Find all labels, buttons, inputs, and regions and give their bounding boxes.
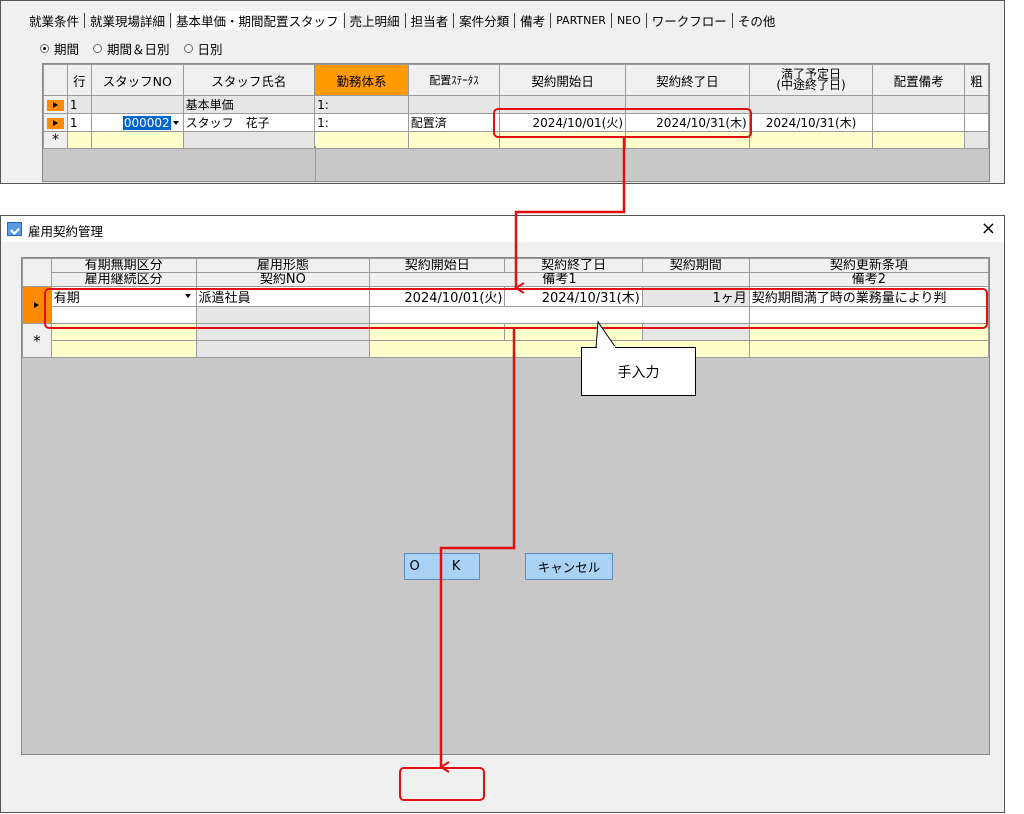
callout-tail [595, 320, 617, 349]
callout-tail-cover [597, 346, 615, 349]
arrow-dates-to-dialog [514, 138, 626, 294]
manual-input-callout: 手入力 [581, 347, 696, 396]
arrow-dialog-to-ok [439, 329, 516, 773]
annotation-arrows [439, 138, 626, 773]
